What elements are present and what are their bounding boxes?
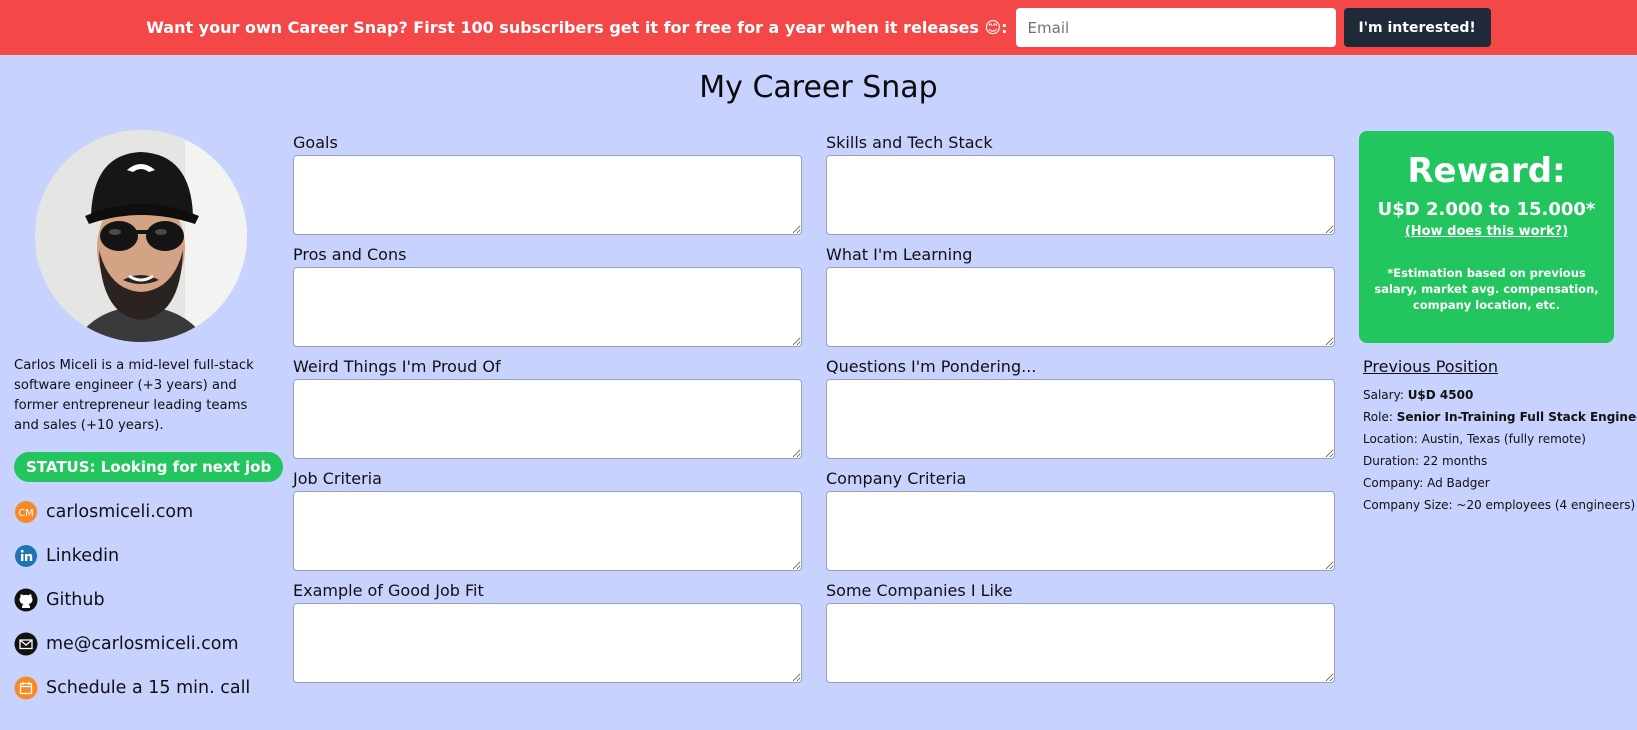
reward-note: *Estimation based on previous salary, ma…	[1374, 266, 1599, 312]
companies-textarea[interactable]	[826, 603, 1335, 683]
promo-banner: Want your own Career Snap? First 100 sub…	[0, 0, 1637, 55]
github-link[interactable]: Github	[14, 586, 105, 614]
cm-logo-icon: CM	[14, 500, 38, 524]
questions-label: Questions I'm Pondering...	[826, 357, 1037, 376]
email-link[interactable]: me@carlosmiceli.com	[14, 630, 239, 658]
weird-things-label: Weird Things I'm Proud Of	[293, 357, 501, 376]
how-it-works-link[interactable]: (How does this work?)	[1405, 224, 1568, 239]
salary-value: U$D 4500	[1407, 388, 1474, 402]
previous-position-title: Previous Position	[1363, 357, 1498, 376]
status-badge: STATUS: Looking for next job	[14, 452, 284, 482]
schedule-call-link[interactable]: Schedule a 15 min. call	[14, 674, 250, 702]
skills-textarea[interactable]	[826, 155, 1335, 235]
interested-button[interactable]: I'm interested!	[1343, 8, 1491, 47]
pros-cons-textarea[interactable]	[293, 267, 802, 347]
link-label: me@carlosmiceli.com	[46, 634, 239, 654]
company-criteria-label: Company Criteria	[826, 469, 967, 488]
role-row: Role: Senior In-Training Full Stack Engi…	[1363, 410, 1637, 424]
job-fit-textarea[interactable]	[293, 603, 802, 683]
role-label: Role:	[1363, 410, 1397, 424]
salary-label: Salary:	[1363, 388, 1408, 402]
job-fit-label: Example of Good Job Fit	[293, 581, 484, 600]
questions-textarea[interactable]	[826, 379, 1335, 459]
pros-cons-label: Pros and Cons	[293, 245, 407, 264]
job-criteria-label: Job Criteria	[293, 469, 382, 488]
company-size-row: Company Size: ~20 employees (4 engineers…	[1363, 498, 1636, 512]
location-row: Location: Austin, Texas (fully remote)	[1363, 432, 1586, 446]
learning-label: What I'm Learning	[826, 245, 973, 264]
job-criteria-textarea[interactable]	[293, 491, 802, 571]
email-input[interactable]	[1015, 8, 1336, 47]
bio-text: Carlos Miceli is a mid-level full-stack …	[14, 358, 254, 433]
goals-textarea[interactable]	[293, 155, 802, 235]
svg-text:CM: CM	[18, 508, 34, 519]
reward-title: Reward:	[1407, 151, 1566, 191]
link-label: Schedule a 15 min. call	[46, 678, 251, 698]
company-row: Company: Ad Badger	[1363, 476, 1490, 490]
reward-amount: U$D 2.000 to 15.000*	[1377, 199, 1596, 220]
mail-icon	[14, 632, 38, 656]
learning-textarea[interactable]	[826, 267, 1335, 347]
github-icon	[14, 588, 38, 612]
linkedin-link[interactable]: Linkedin	[14, 542, 119, 570]
goals-label: Goals	[293, 133, 338, 152]
website-link[interactable]: CM carlosmiceli.com	[14, 498, 193, 526]
role-value: Senior In-Training Full Stack Engineer	[1396, 410, 1637, 424]
company-criteria-textarea[interactable]	[826, 491, 1335, 571]
weird-things-textarea[interactable]	[293, 379, 802, 459]
link-label: Linkedin	[46, 546, 120, 566]
salary-row: Salary: U$D 4500	[1363, 388, 1473, 402]
companies-label: Some Companies I Like	[826, 581, 1013, 600]
calendar-icon	[14, 676, 38, 700]
link-label: Github	[46, 590, 105, 610]
reward-card: Reward: U$D 2.000 to 15.000* (How does t…	[1359, 131, 1614, 343]
duration-row: Duration: 22 months	[1363, 454, 1488, 468]
avatar	[35, 130, 247, 342]
linkedin-icon	[14, 544, 38, 568]
page-title: My Career Snap	[699, 70, 938, 105]
link-label: carlosmiceli.com	[46, 502, 194, 522]
skills-label: Skills and Tech Stack	[826, 133, 993, 152]
banner-text: Want your own Career Snap? First 100 sub…	[146, 18, 1008, 37]
